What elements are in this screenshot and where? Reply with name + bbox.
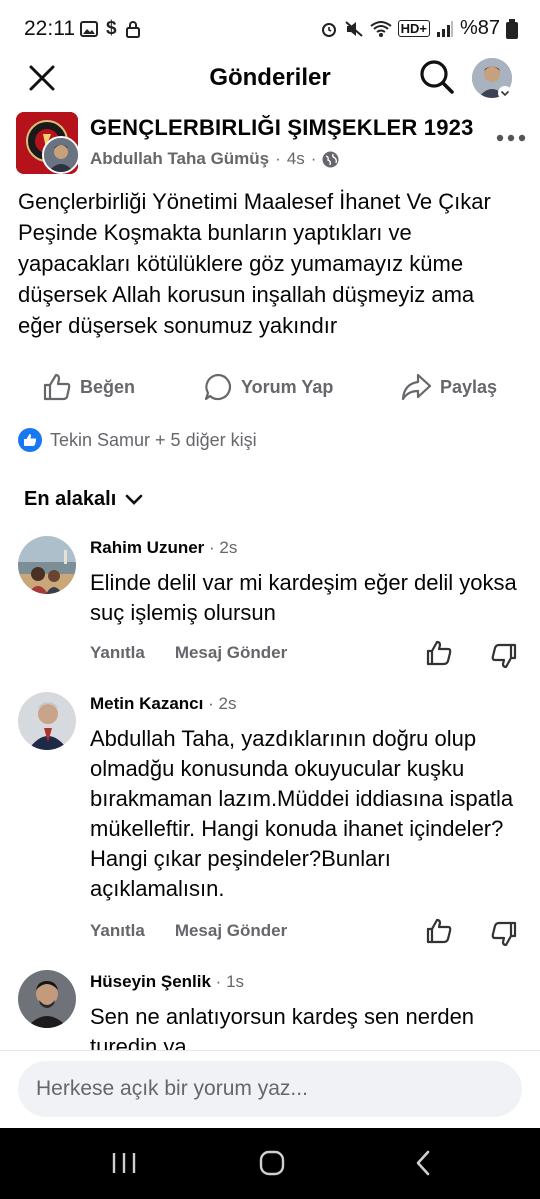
recent-apps-button[interactable]: [104, 1148, 144, 1178]
commenter-name[interactable]: Rahim Uzuner: [90, 538, 204, 557]
avatar: [18, 536, 76, 594]
send-message-button[interactable]: Mesaj Gönder: [175, 921, 287, 941]
commenter-avatar[interactable]: [18, 536, 76, 594]
home-button[interactable]: [252, 1148, 292, 1178]
thumbs-up-icon: [43, 373, 71, 401]
chevron-down-icon: [125, 494, 143, 505]
commenter-name[interactable]: Metin Kazancı: [90, 694, 203, 713]
page-title: Gönderiler: [209, 64, 331, 91]
gallery-icon: [80, 21, 98, 37]
upvote-icon[interactable]: [425, 639, 453, 667]
status-bar: 22:11 $ HD+ %87: [0, 0, 540, 60]
reply-button[interactable]: Yanıtla: [90, 921, 145, 941]
comment-label: Yorum Yap: [241, 376, 334, 397]
avatar: [44, 138, 78, 172]
search-icon: [420, 60, 454, 94]
chevron-down-icon[interactable]: [498, 86, 512, 100]
system-navigation-bar: [0, 1128, 540, 1199]
mute-icon: [344, 20, 363, 37]
send-message-button[interactable]: Mesaj Gönder: [175, 643, 287, 663]
comment-text: Sen ne anlatıyorsun kardeş sen nerden tu…: [90, 1004, 475, 1050]
like-reaction-icon: [18, 428, 42, 452]
signal-icon: [436, 20, 453, 37]
status-time: 22:11: [24, 17, 75, 40]
more-horizontal-icon: [496, 134, 526, 142]
comment-item: Hüseyin Şenlik · 1s Sen ne anlatıyorsun …: [0, 970, 540, 1050]
commenter-avatar[interactable]: [18, 692, 76, 750]
post-header: GENÇLERBIRLIĞI ŞIMŞEKLER 1923 Abdullah T…: [16, 112, 526, 182]
reactions-summary[interactable]: Tekin Samur + 5 diğer kişi: [18, 428, 257, 452]
avatar: [18, 970, 76, 1028]
comment-time: 1s: [226, 972, 245, 991]
battery-level: %87: [459, 17, 500, 39]
comment-time: 2s: [218, 694, 237, 713]
alarm-icon: [321, 22, 336, 37]
group-name-link[interactable]: GENÇLERBIRLIĞI ŞIMŞEKLER 1923: [90, 115, 474, 141]
avatar: [18, 692, 76, 750]
like-button[interactable]: Beğen: [42, 364, 135, 410]
comment-text: Abdullah Taha, yazdıklarının doğru olup …: [90, 726, 514, 901]
post-meta: Abdullah Taha Gümüş · 4s ·: [90, 149, 339, 169]
reply-button[interactable]: Yanıtla: [90, 643, 145, 663]
top-app-bar: Gönderiler: [0, 52, 540, 104]
comment-bubble-icon: [204, 373, 232, 401]
search-button[interactable]: [418, 58, 456, 96]
recent-apps-icon: [112, 1153, 136, 1173]
globe-icon: [322, 151, 339, 167]
home-icon: [259, 1150, 285, 1176]
share-button[interactable]: Paylaş: [400, 364, 497, 410]
hd-volte-icon: HD+: [397, 20, 430, 37]
post-text: Gençlerbirliği Yönetimi Maalesef İhanet …: [18, 189, 491, 338]
share-label: Paylaş: [440, 376, 498, 397]
comment-sort-dropdown[interactable]: En alakalı: [24, 488, 144, 511]
comment-time: 2s: [219, 538, 238, 557]
battery-icon: [506, 18, 518, 39]
share-arrow-icon: [401, 373, 432, 401]
comment-item: Metin Kazancı · 2s Abdullah Taha, yazdık…: [0, 692, 540, 952]
post-time[interactable]: 4s: [287, 149, 305, 169]
lock-icon: [125, 21, 140, 38]
back-button[interactable]: [404, 1148, 444, 1178]
upvote-icon[interactable]: [425, 917, 453, 945]
comment-composer: Herkese açık bir yorum yaz...: [0, 1050, 540, 1128]
post-author-link[interactable]: Abdullah Taha Gümüş: [90, 149, 269, 169]
comment-text: Elinde delil var mi kardeşim eğer delil …: [90, 570, 517, 625]
wifi-icon: [369, 20, 392, 37]
post-actions: Beğen Yorum Yap Paylaş: [0, 364, 540, 410]
comment-item: Rahim Uzuner · 2s Elinde delil var mi ka…: [0, 536, 540, 676]
comment-button[interactable]: Yorum Yap: [203, 364, 333, 410]
sort-label: En alakalı: [24, 488, 117, 510]
downvote-icon[interactable]: [490, 920, 518, 948]
dollar-icon: $: [106, 18, 117, 39]
commenter-avatar[interactable]: [18, 970, 76, 1028]
reactions-text: Tekin Samur + 5 diğer kişi: [50, 429, 257, 450]
downvote-icon[interactable]: [490, 642, 518, 670]
commenter-name[interactable]: Hüseyin Şenlik: [90, 972, 211, 991]
like-label: Beğen: [80, 376, 136, 397]
comment-input[interactable]: Herkese açık bir yorum yaz...: [18, 1061, 522, 1117]
back-icon: [416, 1150, 430, 1176]
more-options-button[interactable]: [496, 118, 526, 149]
author-avatar[interactable]: [42, 136, 80, 174]
